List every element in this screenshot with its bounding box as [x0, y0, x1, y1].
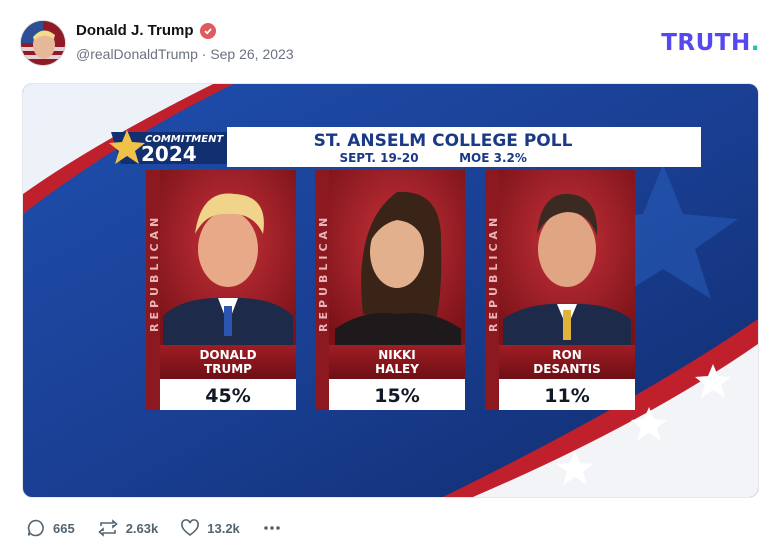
- post-header: Donald J. Trump @realDonaldTrump · Sep 2…: [20, 18, 760, 68]
- post-date[interactable]: Sep 26, 2023: [210, 46, 293, 62]
- badge-line2: 2024: [141, 142, 197, 166]
- logo-text: TRUTH: [661, 30, 751, 56]
- candidate-card: REPUBLICAN DONALD TRUMP 45%: [146, 170, 296, 410]
- poll-moe: MOE 3.2%: [459, 151, 527, 165]
- party-label: REPUBLICAN: [148, 214, 161, 332]
- more-button[interactable]: [262, 518, 282, 538]
- logo-dot: .: [750, 30, 760, 56]
- retruth-count: 2.63k: [125, 520, 159, 536]
- commitment-badge: COMMITMENT 2024: [109, 130, 233, 166]
- candidate-percent: 15%: [374, 385, 419, 407]
- poll-graphic: COMMITMENT 2024 ST. ANSELM COLLEGE POLL …: [23, 84, 758, 497]
- candidate-first-name: DONALD: [199, 348, 256, 362]
- candidate-first-name: RON: [552, 348, 581, 362]
- like-button[interactable]: 13.2k: [180, 518, 240, 538]
- candidate-percent: 11%: [544, 385, 589, 407]
- avatar[interactable]: [20, 20, 66, 66]
- candidate-last-name: HALEY: [375, 362, 419, 376]
- verified-check-icon: [199, 22, 216, 39]
- candidate-card: REPUBLICAN NIKKI HALEY 15%: [315, 170, 465, 410]
- reply-icon: [27, 519, 44, 537]
- like-count: 13.2k: [207, 520, 240, 536]
- post-image[interactable]: COMMITMENT 2024 ST. ANSELM COLLEGE POLL …: [22, 83, 759, 498]
- poll-dates: SEPT. 19-20: [339, 151, 418, 165]
- separator: ·: [201, 46, 207, 62]
- reply-count: 665: [53, 520, 75, 536]
- party-label: REPUBLICAN: [317, 214, 330, 332]
- candidate-first-name: NIKKI: [378, 348, 416, 362]
- handle-date-line: @realDonaldTrump · Sep 26, 2023: [76, 46, 294, 62]
- retruth-icon: [97, 519, 118, 537]
- heart-icon: [181, 519, 200, 537]
- reply-button[interactable]: 665: [26, 518, 75, 538]
- author-name[interactable]: Donald J. Trump: [76, 22, 194, 39]
- poll-title: ST. ANSELM COLLEGE POLL: [314, 131, 573, 151]
- party-label: REPUBLICAN: [487, 214, 500, 332]
- truth-logo[interactable]: TRUTH.: [661, 30, 760, 56]
- more-dots-icon: [263, 526, 280, 530]
- action-bar: 665 2.63k 13.2k: [26, 516, 282, 540]
- candidate-card: REPUBLICAN RON DESANTIS 11%: [485, 170, 635, 410]
- handle[interactable]: @realDonaldTrump: [76, 46, 198, 62]
- candidate-last-name: TRUMP: [204, 362, 252, 376]
- retruth-button[interactable]: 2.63k: [97, 518, 159, 538]
- candidate-last-name: DESANTIS: [533, 362, 600, 376]
- candidate-percent: 45%: [205, 385, 250, 407]
